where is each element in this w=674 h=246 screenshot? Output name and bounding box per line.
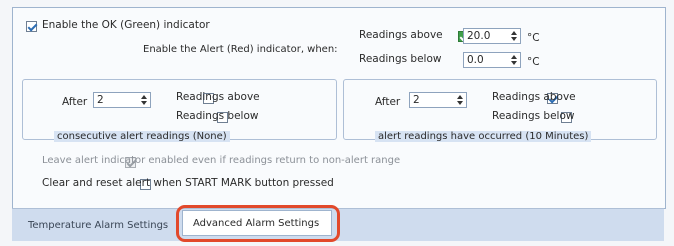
left-readings-above-label: Readings above [176, 91, 260, 103]
spinner-arrows-icon[interactable] [138, 93, 150, 107]
ok-indicator-label: Enable the OK (Green) indicator [42, 19, 210, 31]
right-after-label: After [375, 96, 401, 108]
spinner-arrows-icon[interactable] [508, 29, 520, 43]
leave-alert-label: Leave alert indicator enabled even if re… [42, 155, 401, 166]
left-after-spinner[interactable]: 2 [93, 92, 151, 108]
left-readings-below-label: Readings below [176, 110, 259, 122]
readings-above-spinner[interactable]: 20.0 [463, 28, 521, 44]
readings-above-unit: °C [527, 32, 540, 44]
ok-indicator-checkbox[interactable] [26, 21, 37, 32]
readings-below-unit: °C [527, 56, 540, 68]
left-after-label: After [62, 96, 88, 108]
highlight-annotation [176, 205, 340, 242]
left-after-value: 2 [97, 94, 104, 106]
alert-indicator-label: Enable the Alert (Red) indicator, when: [143, 44, 338, 55]
readings-below-value: 0.0 [467, 54, 484, 66]
right-readings-above-label: Readings above [492, 91, 576, 103]
left-group-caption: consecutive alert readings (None) [54, 131, 230, 142]
tab-temperature-alarm-settings[interactable]: Temperature Alarm Settings [28, 220, 168, 231]
readings-below-spinner[interactable]: 0.0 [463, 52, 521, 68]
right-after-value: 2 [413, 94, 420, 106]
spinner-arrows-icon[interactable] [508, 53, 520, 67]
spinner-arrows-icon[interactable] [454, 93, 466, 107]
right-after-spinner[interactable]: 2 [409, 92, 467, 108]
clear-reset-label: Clear and reset alert when START MARK bu… [42, 177, 334, 189]
right-group-caption: alert readings have occurred (10 Minutes… [375, 131, 592, 142]
right-readings-below-label: Readings below [492, 110, 575, 122]
readings-above-value: 20.0 [467, 30, 491, 42]
readings-below-label: Readings below [359, 53, 442, 65]
readings-above-label: Readings above [359, 29, 443, 41]
